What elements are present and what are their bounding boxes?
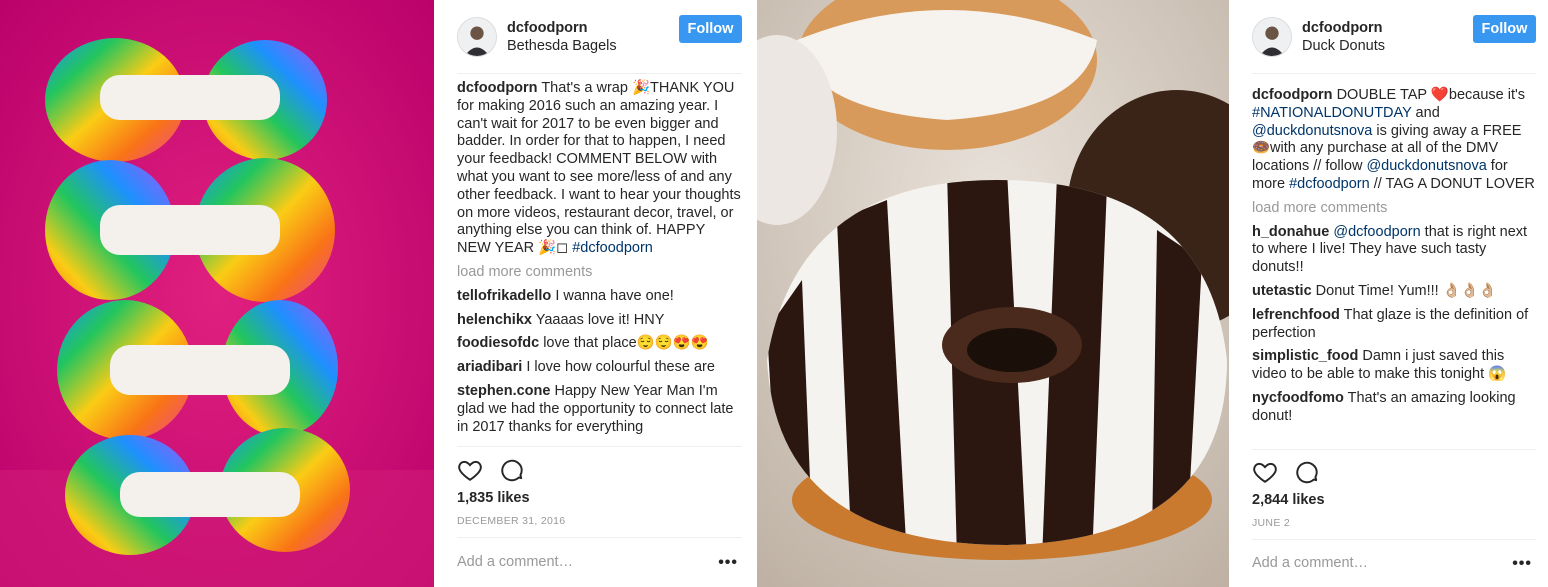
comment-username[interactable]: tellofrikadello [457, 288, 551, 304]
comment-mention[interactable]: @dcfoodporn [1333, 224, 1420, 240]
load-more-comments[interactable]: load more comments [457, 264, 742, 282]
comment-item: stephen.cone Happy New Year Man I'm glad… [457, 383, 742, 436]
comment-item: lefrenchfood That glaze is the definitio… [1252, 307, 1536, 343]
comment-item: h_donahue @dcfoodporn that is right next… [1252, 224, 1536, 277]
caption: dcfoodporn DOUBLE TAP ❤️because it's #NA… [1252, 87, 1536, 194]
post-username[interactable]: dcfoodporn [507, 19, 617, 37]
rainbow-bagels-image [0, 0, 434, 587]
post-bethesda-bagels: dcfoodporn Bethesda Bagels Follow dcfood… [0, 0, 754, 587]
caption-username[interactable]: dcfoodporn [457, 80, 538, 96]
comment-item: nycfoodfomo That's an amazing looking do… [1252, 390, 1536, 426]
add-comment-input[interactable]: Add a comment… [457, 554, 573, 570]
comment-text: I love how colourful these are [526, 359, 715, 376]
post-photo-donut[interactable] [757, 0, 1229, 587]
comments-list[interactable]: dcfoodporn That's a wrap 🎉THANK YOU for … [457, 75, 742, 446]
post-header: dcfoodporn Bethesda Bagels Follow [457, 0, 742, 74]
caption-mention[interactable]: @duckdonutsnova [1252, 123, 1372, 139]
caption-hashtag[interactable]: #dcfoodporn [1289, 176, 1370, 192]
post-header: dcfoodporn Duck Donuts Follow [1252, 0, 1536, 74]
comment-username[interactable]: utetastic [1252, 283, 1312, 299]
striped-donut-image [757, 0, 1229, 587]
divider [457, 537, 742, 538]
heart-icon[interactable] [1252, 459, 1278, 485]
comment-username[interactable]: helenchikx [457, 312, 532, 328]
comment-item: utetastic Donut Time! Yum!!! 👌🏼👌🏼👌🏼 [1252, 283, 1536, 301]
post-location[interactable]: Duck Donuts [1302, 37, 1385, 55]
comment-item: tellofrikadello I wanna have one! [457, 288, 742, 306]
post-date: JUNE 2 [1252, 517, 1290, 529]
post-date: DECEMBER 31, 2016 [457, 515, 566, 527]
action-bar [1252, 459, 1320, 485]
comment-icon[interactable] [499, 457, 525, 483]
divider [1252, 449, 1536, 450]
likes-count[interactable]: 1,835 likes [457, 490, 530, 506]
avatar[interactable] [457, 16, 497, 57]
follow-button[interactable]: Follow [679, 15, 742, 43]
follow-button[interactable]: Follow [1473, 15, 1536, 43]
comment-text: love that place😌😌😍😍 [543, 335, 709, 352]
more-options-icon[interactable]: ••• [1512, 555, 1532, 573]
comment-text: I wanna have one! [555, 287, 674, 304]
comment-username[interactable]: nycfoodfomo [1252, 390, 1344, 406]
caption-username[interactable]: dcfoodporn [1252, 87, 1333, 103]
post-panel: dcfoodporn Duck Donuts Follow dcfoodporn… [1229, 0, 1548, 587]
post-duck-donuts: dcfoodporn Duck Donuts Follow dcfoodporn… [757, 0, 1548, 587]
add-comment-input[interactable]: Add a comment… [1252, 555, 1368, 571]
likes-count[interactable]: 2,844 likes [1252, 492, 1325, 508]
comment-text: Donut Time! Yum!!! 👌🏼👌🏼👌🏼 [1315, 282, 1497, 299]
heart-icon[interactable] [457, 457, 483, 483]
comment-username[interactable]: ariadibari [457, 359, 522, 375]
caption-text: That's a wrap 🎉THANK YOU for making 2016… [457, 80, 741, 257]
comment-username[interactable]: simplistic_food [1252, 348, 1358, 364]
comment-username[interactable]: foodiesofdc [457, 335, 539, 351]
comment-item: simplistic_food Damn i just saved this v… [1252, 348, 1536, 384]
divider [1252, 539, 1536, 540]
caption-hashtag[interactable]: #dcfoodporn [572, 240, 653, 256]
comment-item: helenchikx Yaaaas love it! HNY [457, 312, 742, 330]
caption-hashtag[interactable]: #NATIONALDONUTDAY [1252, 105, 1412, 121]
post-photo-rainbow-bagels[interactable] [0, 0, 434, 587]
caption-mention[interactable]: @duckdonutsnova [1366, 158, 1486, 174]
comment-item: foodiesofdc love that place😌😌😍😍 [457, 335, 742, 353]
comment-username[interactable]: lefrenchfood [1252, 307, 1340, 323]
caption-text: DOUBLE TAP ❤️because it's [1336, 87, 1526, 103]
post-location[interactable]: Bethesda Bagels [507, 37, 617, 55]
caption-text: and [1411, 104, 1440, 121]
comment-icon[interactable] [1294, 459, 1320, 485]
more-options-icon[interactable]: ••• [718, 554, 738, 572]
avatar[interactable] [1252, 16, 1292, 57]
comments-list[interactable]: dcfoodporn DOUBLE TAP ❤️because it's #NA… [1252, 75, 1536, 449]
post-panel: dcfoodporn Bethesda Bagels Follow dcfood… [434, 0, 754, 587]
action-bar [457, 457, 525, 483]
load-more-comments[interactable]: load more comments [1252, 200, 1536, 218]
comment-username[interactable]: h_donahue [1252, 224, 1329, 240]
comment-item: ariadibari I love how colourful these ar… [457, 359, 742, 377]
comment-text: Yaaaas love it! HNY [535, 311, 665, 328]
caption-text: // TAG A DONUT LOVER [1369, 175, 1535, 192]
comment-username[interactable]: stephen.cone [457, 383, 550, 399]
post-username[interactable]: dcfoodporn [1302, 19, 1385, 37]
caption: dcfoodporn That's a wrap 🎉THANK YOU for … [457, 80, 742, 258]
divider [457, 446, 742, 447]
